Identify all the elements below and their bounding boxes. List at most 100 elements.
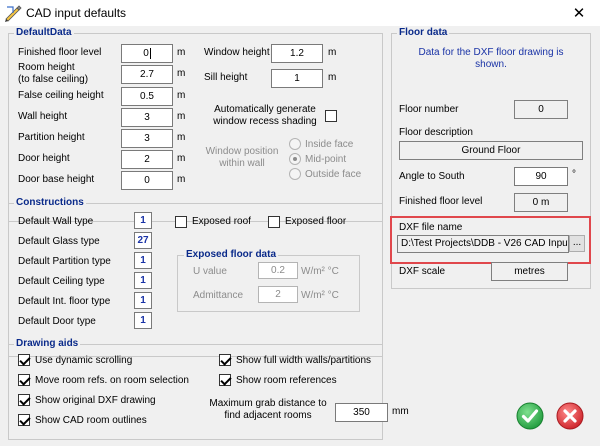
exposed-floor-checkbox[interactable] (268, 216, 280, 228)
default-ceiling-type-input[interactable]: 1 (134, 272, 152, 289)
door-base-height-unit: m (177, 174, 186, 185)
default-wall-type-label: Default Wall type (18, 216, 94, 227)
constructions-title: Constructions (14, 197, 86, 209)
mid-point-label: Mid-point (305, 154, 347, 165)
floor-number-value: 0 (514, 100, 568, 119)
show-room-references-checkbox[interactable] (219, 374, 231, 386)
window-title: CAD input defaults (26, 6, 127, 20)
default-glass-type-input[interactable]: 27 (134, 232, 152, 249)
move-room-refs-checkbox[interactable] (18, 374, 30, 386)
floor-number-label: Floor number (399, 104, 459, 115)
door-base-height-input[interactable]: 0 (121, 171, 173, 190)
auto-recess-checkbox[interactable] (325, 110, 337, 122)
angle-to-south-label: Angle to South (399, 171, 465, 182)
window-height-input[interactable]: 1.2 (271, 44, 323, 63)
floor-finished-floor-level-value: 0 m (514, 193, 568, 212)
default-int-floor-type-input[interactable]: 1 (134, 292, 152, 309)
window-height-label: Window height (204, 47, 270, 58)
admittance-input[interactable]: 2 (258, 286, 298, 303)
title-bar: CAD input defaults ✕ (0, 0, 600, 26)
ok-check-button[interactable] (516, 402, 544, 430)
sill-height-unit: m (328, 72, 337, 83)
default-ceiling-type-label: Default Ceiling type (18, 276, 105, 287)
mid-point-radio[interactable] (289, 153, 301, 165)
admittance-unit: W/m² °C (301, 290, 339, 301)
window-position-label: Window position within wall (205, 146, 279, 169)
default-data-title: DefaultData (14, 27, 74, 39)
max-grab-distance-label: Maximum grab distance to find adjacent r… (209, 398, 327, 421)
app-icon (5, 5, 22, 22)
default-glass-type-label: Default Glass type (18, 236, 100, 247)
dxf-file-name-value: D:\Test Projects\DDB - V26 CAD Input\ACA… (397, 235, 569, 253)
finished-floor-level-unit: m (177, 47, 186, 58)
floor-description-value: Ground Floor (399, 141, 583, 160)
sill-height-label: Sill height (204, 72, 248, 83)
auto-recess-label: Automatically generate window recess sha… (213, 104, 317, 127)
dxf-file-name-label: DXF file name (399, 222, 463, 233)
floor-data-note: Data for the DXF floor drawing is shown. (418, 47, 564, 70)
wall-height-input[interactable]: 3 (121, 108, 173, 127)
outside-face-label: Outside face (305, 169, 362, 180)
exposed-floor-label: Exposed floor (285, 216, 347, 227)
door-height-label: Door height (18, 153, 70, 164)
exposed-roof-label: Exposed roof (192, 216, 251, 227)
wall-height-label: Wall height (18, 111, 68, 122)
angle-to-south-input[interactable]: 90 (514, 167, 568, 186)
dxf-scale-value: metres (491, 262, 568, 281)
window-height-unit: m (328, 47, 337, 58)
room-height-label: Room height (to false ceiling) (18, 62, 89, 85)
inside-face-label: Inside face (305, 139, 354, 150)
show-room-references-label: Show room references (236, 375, 337, 386)
room-height-unit: m (177, 68, 186, 79)
dxf-scale-label: DXF scale (399, 266, 446, 277)
floor-description-label: Floor description (399, 127, 473, 138)
door-height-input[interactable]: 2 (121, 150, 173, 169)
inside-face-radio[interactable] (289, 138, 301, 150)
dxf-browse-button[interactable]: ... (569, 235, 585, 252)
floor-data-title: Floor data (397, 27, 450, 39)
default-door-type-input[interactable]: 1 (134, 312, 152, 329)
use-dynamic-scrolling-checkbox[interactable] (18, 354, 30, 366)
dialog-client: DefaultData Finished floor level 0 m Roo… (0, 26, 600, 446)
sill-height-input[interactable]: 1 (271, 69, 323, 88)
u-value-label: U value (193, 266, 227, 277)
door-base-height-label: Door base height (18, 174, 95, 185)
show-full-width-walls-checkbox[interactable] (219, 354, 231, 366)
outside-face-radio[interactable] (289, 168, 301, 180)
use-dynamic-scrolling-label: Use dynamic scrolling (35, 355, 133, 366)
default-partition-type-input[interactable]: 1 (134, 252, 152, 269)
cancel-x-button[interactable] (556, 402, 584, 430)
drawing-aids-title: Drawing aids (14, 338, 81, 350)
default-int-floor-type-label: Default Int. floor type (18, 296, 111, 307)
move-room-refs-label: Move room refs. on room selection (35, 375, 189, 386)
default-wall-type-input[interactable]: 1 (134, 212, 152, 229)
show-original-dxf-checkbox[interactable] (18, 394, 30, 406)
default-partition-type-label: Default Partition type (18, 256, 111, 267)
false-ceiling-height-label: False ceiling height (18, 90, 104, 101)
room-height-input[interactable]: 2.7 (121, 65, 173, 84)
u-value-input[interactable]: 0.2 (258, 262, 298, 279)
show-full-width-walls-label: Show full width walls/partitions (236, 355, 372, 366)
false-ceiling-height-input[interactable]: 0.5 (121, 87, 173, 106)
partition-height-unit: m (177, 132, 186, 143)
exposed-floor-data-title: Exposed floor data (184, 249, 279, 261)
admittance-label: Admittance (193, 290, 244, 301)
exposed-roof-checkbox[interactable] (175, 216, 187, 228)
floor-finished-floor-level-label: Finished floor level (399, 196, 483, 207)
show-original-dxf-label: Show original DXF drawing (35, 395, 156, 406)
u-value-unit: W/m² °C (301, 266, 339, 277)
finished-floor-level-input[interactable]: 0 (121, 44, 173, 63)
angle-to-south-unit: ° (572, 169, 576, 180)
door-height-unit: m (177, 153, 186, 164)
partition-height-label: Partition height (18, 132, 85, 143)
partition-height-input[interactable]: 3 (121, 129, 173, 148)
show-cad-room-outlines-checkbox[interactable] (18, 414, 30, 426)
max-grab-distance-input[interactable]: 350 (335, 403, 388, 422)
finished-floor-level-label: Finished floor level (18, 47, 102, 58)
show-cad-room-outlines-label: Show CAD room outlines (35, 415, 147, 426)
default-door-type-label: Default Door type (18, 316, 96, 327)
wall-height-unit: m (177, 111, 186, 122)
max-grab-distance-unit: mm (392, 406, 409, 417)
false-ceiling-height-unit: m (177, 90, 186, 101)
close-window-button[interactable]: ✕ (558, 0, 600, 26)
